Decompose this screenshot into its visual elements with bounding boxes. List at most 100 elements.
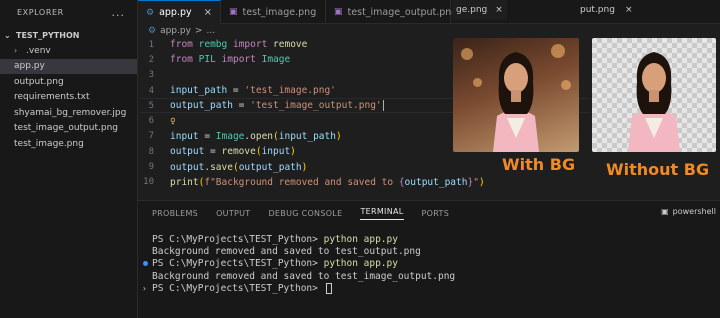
terminal-line: PS C:\MyProjects\TEST_Python> python app… xyxy=(138,258,720,270)
sidebar-item-output-png[interactable]: output.png xyxy=(0,74,137,90)
variable: input xyxy=(170,130,199,142)
tab-fragment-put-png[interactable]: put.png × xyxy=(576,0,637,20)
workspace-folder-label: TEST_PYTHON xyxy=(16,30,80,40)
breadcrumb-separator: > xyxy=(194,26,203,36)
sidebar-item-test-image[interactable]: test_image.png xyxy=(0,136,137,152)
lightbulb-icon[interactable]: ♀ xyxy=(170,116,176,127)
explorer-title: EXPLORER xyxy=(17,7,64,17)
photo-with-background xyxy=(453,38,579,152)
variable: output xyxy=(170,146,205,158)
line-number: 8 xyxy=(148,146,154,157)
tab-output[interactable]: OUTPUT xyxy=(216,209,250,218)
terminal-output-text: Background removed and saved to test_ima… xyxy=(152,270,456,282)
module-name: PIL xyxy=(198,54,216,66)
variable: output xyxy=(170,161,205,173)
python-file-icon: ⚙ xyxy=(148,26,157,36)
breadcrumb[interactable]: ⚙ app.py > ... xyxy=(148,26,215,36)
variable: output_path xyxy=(404,176,468,188)
argument: output_path xyxy=(238,161,302,173)
tab-label: ge.png xyxy=(456,5,488,15)
string-literal: 'test_image_output.png' xyxy=(250,100,382,112)
argument: input xyxy=(261,146,291,158)
without-bg-label: Without BG xyxy=(606,160,710,179)
chevron-down-icon: ⌄ xyxy=(4,30,11,40)
keyword: from xyxy=(170,54,193,66)
keyword: import xyxy=(221,54,256,66)
line-number: 5 xyxy=(148,100,154,111)
string-literal: f"Background removed and saved to xyxy=(204,176,399,188)
woman-figure-icon xyxy=(493,52,539,152)
tab-test-image-output[interactable]: ▣ test_image_output.png xyxy=(326,0,457,24)
operator: = xyxy=(204,146,222,158)
sidebar-item-venv[interactable]: › .venv xyxy=(0,43,137,59)
vscode-window: EXPLORER ... ⌄ TEST_PYTHON › .venv app.p… xyxy=(0,0,720,318)
tab-label: test_image_output.png xyxy=(347,6,458,18)
with-bg-label: With BG xyxy=(502,155,576,174)
line-number: 7 xyxy=(148,131,154,142)
close-icon[interactable]: × xyxy=(204,7,212,18)
terminal-line: PS C:\MyProjects\TEST_Python> python app… xyxy=(138,233,720,245)
close-icon[interactable]: × xyxy=(625,5,633,15)
line-number: 10 xyxy=(143,177,154,188)
command-status-icon[interactable] xyxy=(143,261,148,267)
sidebar-item-test-image-output[interactable]: test_image_output.png xyxy=(0,121,137,137)
bottom-panel: PROBLEMS OUTPUT DEBUG CONSOLE TERMINAL P… xyxy=(138,200,720,318)
sidebar-item-label: shyamai_bg_remover.jpg xyxy=(14,107,127,118)
terminal-command: python app.py xyxy=(323,233,398,245)
terminal-line: › PS C:\MyProjects\TEST_Python> xyxy=(138,282,720,294)
tab-label: put.png xyxy=(580,5,615,15)
tab-app-py[interactable]: ⚙ app.py × xyxy=(138,0,222,24)
woman-figure-icon xyxy=(628,52,680,152)
workspace-folder[interactable]: ⌄ TEST_PYTHON xyxy=(0,27,137,43)
function-name: print xyxy=(170,176,199,188)
panel-tab-bar: PROBLEMS OUTPUT DEBUG CONSOLE TERMINAL P… xyxy=(138,201,720,225)
module-name: rembg xyxy=(198,39,228,51)
line-number: 9 xyxy=(148,162,154,173)
import-name: Image xyxy=(261,54,291,66)
terminal-output[interactable]: PS C:\MyProjects\TEST_Python> python app… xyxy=(138,233,720,294)
string-literal: 'test_image.png' xyxy=(244,85,336,97)
function-name: remove xyxy=(221,146,256,158)
terminal-prompt: PS C:\MyProjects\TEST_Python> xyxy=(152,258,324,270)
terminal-command: python app.py xyxy=(323,258,398,270)
breadcrumb-file[interactable]: app.py xyxy=(160,26,191,36)
python-file-icon: ⚙ xyxy=(146,7,155,18)
shell-label: powershell xyxy=(672,207,716,216)
terminal-prompt: PS C:\MyProjects\TEST_Python> xyxy=(152,282,324,294)
tab-test-image[interactable]: ▣ test_image.png xyxy=(221,0,327,24)
photo-without-background xyxy=(592,38,716,152)
terminal-icon: ▣ xyxy=(661,207,669,216)
tab-problems[interactable]: PROBLEMS xyxy=(152,209,198,218)
image-file-icon: ▣ xyxy=(334,7,343,17)
variable: input_path xyxy=(170,85,228,97)
terminal-prompt: PS C:\MyProjects\TEST_Python> xyxy=(152,233,324,245)
line-number: 2 xyxy=(148,54,154,65)
function-name: open xyxy=(250,130,274,142)
sidebar-item-label: requirements.txt xyxy=(14,92,90,103)
image-file-icon: ▣ xyxy=(229,7,238,17)
sidebar-item-requirements[interactable]: requirements.txt xyxy=(0,90,137,106)
tab-fragment-ge-png[interactable]: ge.png × xyxy=(452,0,507,20)
sidebar-item-label: test_image_output.png xyxy=(14,123,118,134)
tab-ports[interactable]: PORTS xyxy=(422,209,450,218)
explorer-header: EXPLORER ... xyxy=(0,0,137,24)
import-name: remove xyxy=(273,39,308,51)
terminal-shell-selector[interactable]: ▣ powershell xyxy=(661,207,716,216)
operator: = xyxy=(198,130,216,142)
sidebar-item-app-py[interactable]: app.py xyxy=(0,58,137,74)
line-number: 6 xyxy=(148,116,154,127)
keyword: from xyxy=(170,39,193,51)
sidebar-item-bg-remover-jpg[interactable]: shyamai_bg_remover.jpg xyxy=(0,105,137,121)
variable: output_path xyxy=(170,100,233,112)
operator: = xyxy=(232,100,251,112)
tab-terminal[interactable]: TERMINAL xyxy=(360,207,404,220)
line-number: 4 xyxy=(148,85,154,96)
explorer-sidebar: EXPLORER ... ⌄ TEST_PYTHON › .venv app.p… xyxy=(0,0,138,318)
tab-debug-console[interactable]: DEBUG CONSOLE xyxy=(268,209,342,218)
function-name: save xyxy=(210,161,233,173)
sidebar-item-label: app.py xyxy=(14,61,45,72)
breadcrumb-symbol[interactable]: ... xyxy=(206,26,215,36)
chevron-right-icon: › xyxy=(142,283,147,293)
close-icon[interactable]: × xyxy=(495,5,503,15)
more-actions-icon[interactable]: ... xyxy=(112,6,126,19)
